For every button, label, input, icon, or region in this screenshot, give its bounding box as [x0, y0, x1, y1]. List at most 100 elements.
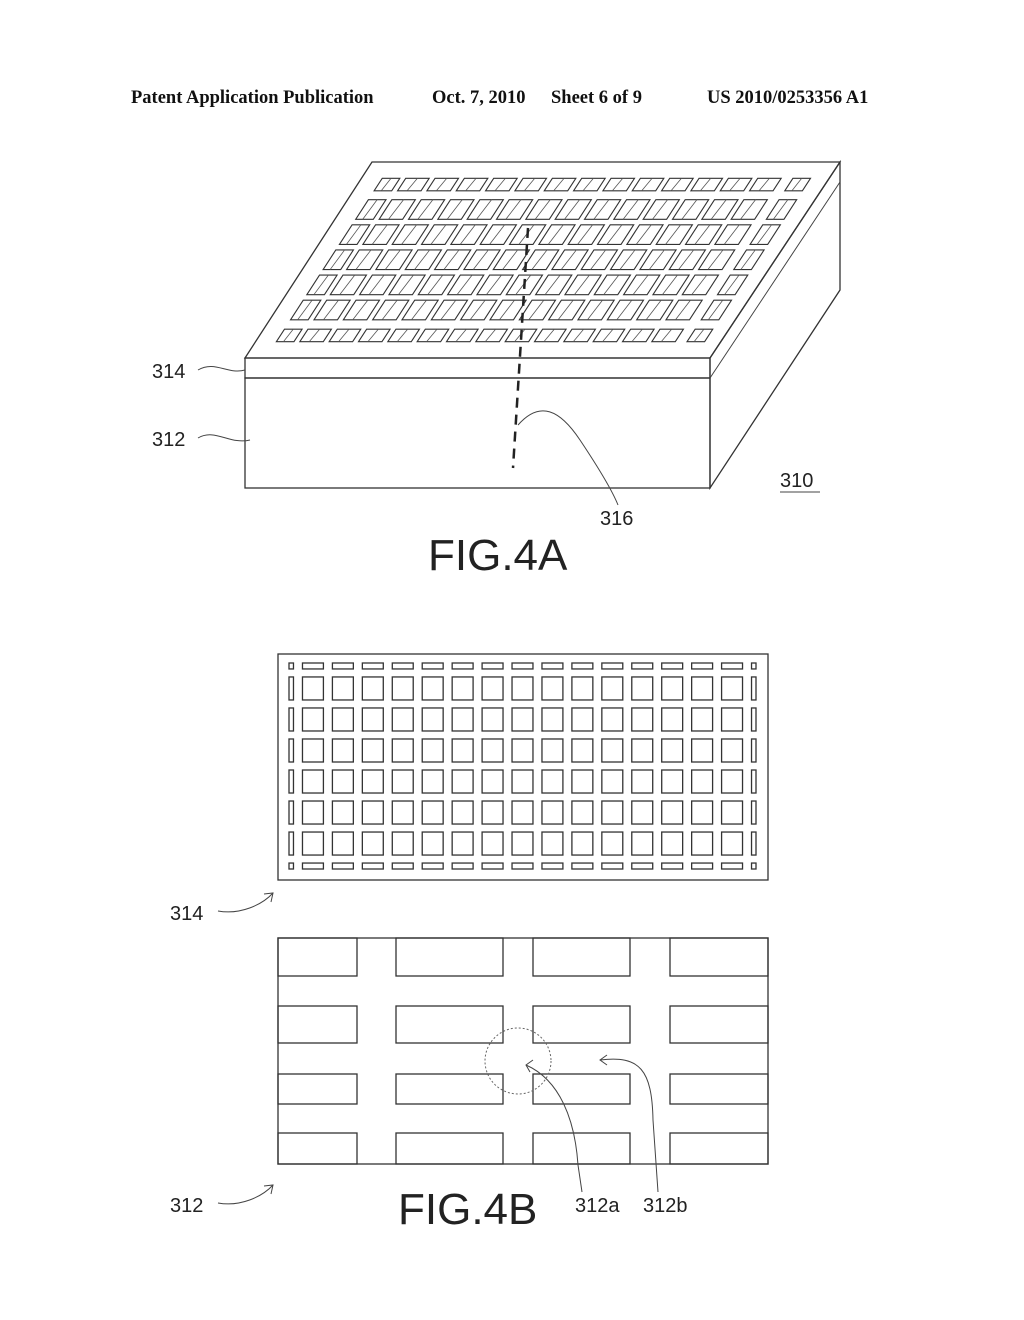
- hole: [732, 249, 766, 271]
- hole-shade-line: [635, 224, 652, 245]
- hole-shade-line: [693, 328, 705, 342]
- hole-shade-line: [791, 178, 803, 192]
- hole: [275, 328, 304, 343]
- hole-shade-line: [574, 274, 590, 295]
- hole-shade-line: [469, 299, 486, 321]
- block: [669, 1005, 769, 1044]
- hole-shade-line: [691, 274, 708, 295]
- hole: [631, 769, 654, 794]
- hole-shade-line: [435, 178, 448, 192]
- hole: [451, 862, 474, 870]
- hole: [481, 769, 504, 794]
- hole: [601, 662, 624, 670]
- hole: [361, 662, 384, 670]
- hole-shade-line: [465, 178, 477, 192]
- hole: [720, 862, 744, 870]
- block: [532, 937, 631, 977]
- hole-shade-line: [414, 249, 431, 270]
- hole: [391, 800, 414, 825]
- hole: [543, 177, 577, 192]
- hole: [601, 800, 624, 825]
- hole: [421, 862, 444, 870]
- hole: [421, 800, 444, 825]
- hole: [511, 662, 534, 670]
- hole-shade-line: [427, 274, 444, 295]
- hole: [361, 862, 384, 870]
- hole: [301, 862, 325, 870]
- arrowhead-312a: [525, 1059, 534, 1073]
- hole: [748, 177, 783, 192]
- hole: [511, 676, 534, 701]
- label-310: 310: [780, 470, 813, 492]
- hole: [621, 328, 656, 343]
- hole: [750, 831, 757, 856]
- hole: [301, 676, 325, 701]
- hole: [301, 662, 325, 670]
- hole: [571, 769, 594, 794]
- hole: [661, 831, 684, 856]
- plate-312-block-grid: [277, 937, 769, 1165]
- hole: [416, 328, 450, 343]
- hole: [391, 676, 414, 701]
- block: [277, 1073, 358, 1105]
- hole: [361, 800, 384, 825]
- hole: [484, 177, 519, 192]
- hole-shade-line: [371, 224, 388, 245]
- hole: [720, 707, 744, 732]
- hole: [631, 738, 654, 763]
- fig-4b-drawing: 314 312 312a 312b FIG.4B: [170, 653, 769, 1234]
- hole-shade-line: [543, 328, 555, 342]
- label-4b-312: 312: [170, 1195, 203, 1217]
- hole: [571, 862, 594, 870]
- hole: [691, 676, 714, 701]
- hole: [750, 800, 757, 825]
- hole-shade-line: [440, 299, 457, 321]
- hole: [650, 328, 685, 343]
- hole: [288, 831, 295, 856]
- fig-4a-hole-grid: [275, 177, 812, 343]
- hole: [700, 299, 733, 321]
- block: [395, 1073, 504, 1105]
- hole: [631, 831, 654, 856]
- hole: [421, 662, 444, 670]
- hole-shade-line: [603, 274, 620, 295]
- hole: [541, 738, 564, 763]
- hole: [451, 800, 474, 825]
- hole: [691, 738, 714, 763]
- hole-shade-line: [606, 224, 623, 245]
- hole-shade-line: [367, 328, 379, 342]
- hole: [361, 707, 384, 732]
- hole-shade-line: [740, 199, 756, 220]
- hole: [511, 738, 534, 763]
- plate-314-hole-grid: [288, 662, 757, 870]
- hole-shade-line: [456, 274, 473, 295]
- hole-shade-line: [619, 249, 636, 270]
- hole: [571, 662, 594, 670]
- hole: [451, 707, 474, 732]
- hole-shade-line: [723, 224, 740, 245]
- hole-shade-line: [645, 299, 662, 321]
- hole: [691, 862, 714, 870]
- plate-314: [277, 653, 769, 881]
- hole: [288, 862, 295, 870]
- hole: [421, 707, 444, 732]
- hole-shade-line: [528, 299, 545, 321]
- block: [395, 1005, 504, 1044]
- hole-shade-line: [417, 199, 434, 220]
- hole: [301, 707, 325, 732]
- hole-shade-line: [707, 249, 724, 270]
- hole: [331, 738, 354, 763]
- hole: [691, 707, 714, 732]
- hole: [391, 831, 414, 856]
- hole-shade-line: [411, 299, 427, 321]
- block: [669, 1132, 769, 1165]
- hole: [750, 662, 757, 670]
- label-312: 312: [152, 429, 185, 451]
- hole-shade-line: [494, 178, 506, 192]
- hole: [301, 769, 325, 794]
- hole-shade-line: [455, 328, 467, 342]
- hole-shade-line: [472, 249, 489, 270]
- hole: [481, 800, 504, 825]
- hole-shade-line: [729, 178, 741, 192]
- hole-shade-line: [560, 249, 577, 270]
